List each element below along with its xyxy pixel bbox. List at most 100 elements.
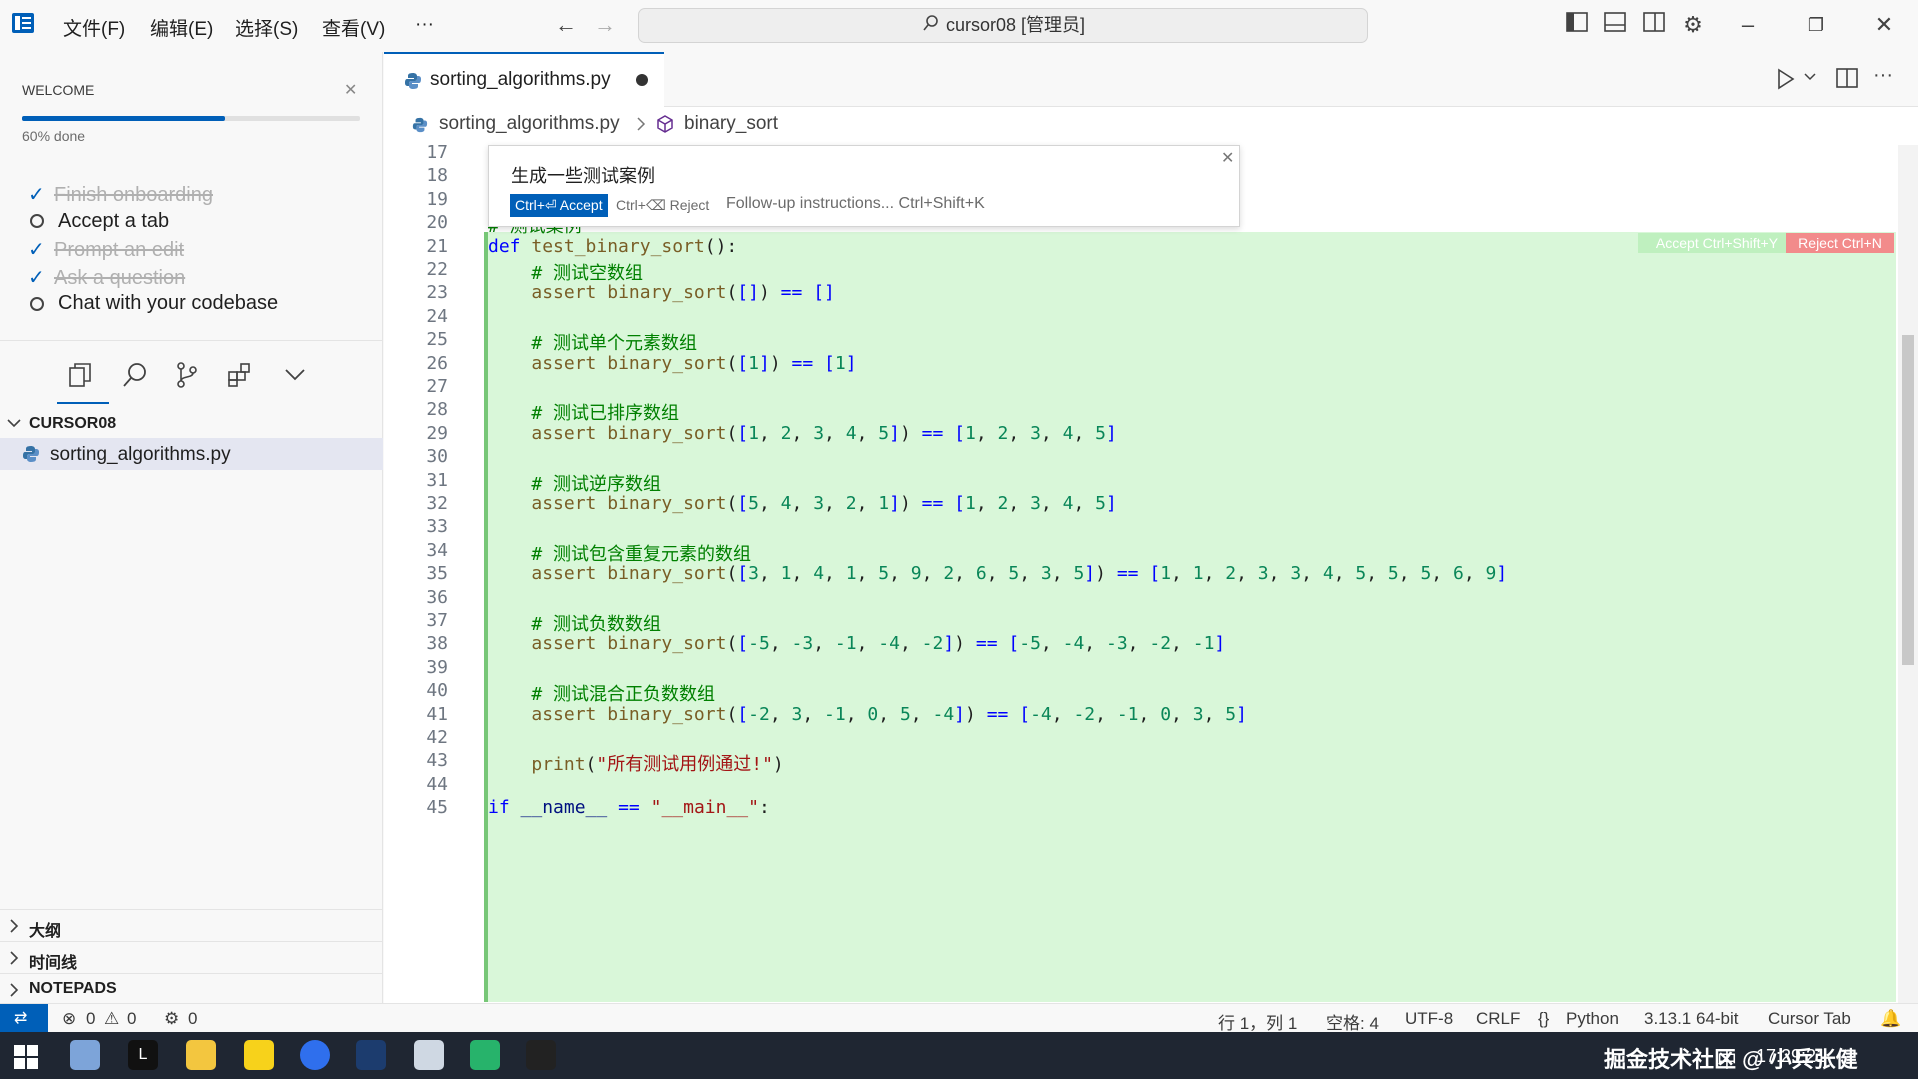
line-number: 39	[426, 656, 448, 678]
warning-count[interactable]: 0	[127, 1009, 136, 1029]
menu-file[interactable]: 文件(F)	[63, 14, 125, 41]
circle-icon	[30, 214, 44, 229]
code-line[interactable]: def test_binary_sort():	[488, 236, 737, 257]
app-icon[interactable]	[356, 1040, 386, 1070]
ports-count[interactable]: 0	[188, 1009, 197, 1029]
warning-icon[interactable]: ⚠	[104, 1009, 119, 1029]
forward-arrow-icon[interactable]: →	[592, 12, 618, 38]
toggle-secondary-sidebar-icon[interactable]	[1641, 12, 1667, 38]
cursor-app-icon[interactable]	[526, 1040, 556, 1070]
onboarding-item[interactable]: ✓ Prompt an edit	[28, 237, 184, 262]
code-line[interactable]: assert binary_sort([1]) == [1]	[488, 353, 856, 374]
menu-selection[interactable]: 选择(S)	[235, 14, 298, 41]
interpreter[interactable]: 3.13.1 64-bit	[1644, 1009, 1739, 1029]
error-icon[interactable]: ⊗	[62, 1009, 76, 1029]
indentation[interactable]: 空格: 4	[1326, 1009, 1379, 1034]
onboarding-item[interactable]: ✓ Ask a question	[28, 265, 185, 290]
code-line[interactable]: assert binary_sort([]) == []	[488, 282, 835, 303]
onboarding-item[interactable]: ✓ Finish onboarding	[28, 182, 213, 207]
menu-edit[interactable]: 编辑(E)	[150, 14, 213, 41]
code-line[interactable]: if __name__ == "__main__":	[488, 797, 770, 818]
error-count[interactable]: 0	[86, 1009, 95, 1029]
windows-start-icon[interactable]	[14, 1045, 38, 1074]
code-line[interactable]: # 测试单个元素数组	[488, 329, 697, 355]
explorer-file-item[interactable]: sorting_algorithms.py	[0, 438, 383, 470]
code-line[interactable]: assert binary_sort([3, 1, 4, 1, 5, 9, 2,…	[488, 563, 1507, 584]
code-line[interactable]: # 测试空数组	[488, 259, 643, 285]
unsaved-dot-icon[interactable]	[636, 74, 648, 86]
app-icon[interactable]	[414, 1040, 444, 1070]
close-icon[interactable]: ✕	[344, 80, 357, 100]
back-arrow-icon[interactable]: ←	[553, 12, 579, 38]
restore-icon[interactable]: ❐	[1803, 12, 1829, 38]
tab-sorting-algorithms[interactable]: sorting_algorithms.py	[384, 52, 664, 108]
accept-button[interactable]: Ctrl+⏎ Accept	[510, 194, 608, 217]
close-icon[interactable]: ✕	[1221, 148, 1234, 168]
ports-icon[interactable]: ⚙	[164, 1009, 179, 1029]
prompt-text[interactable]: 生成一些测试案例	[511, 162, 655, 188]
code-line[interactable]: # 测试逆序数组	[488, 470, 661, 496]
toggle-panel-icon[interactable]	[1602, 12, 1628, 38]
toggle-primary-sidebar-icon[interactable]	[1564, 12, 1590, 38]
onboarding-item[interactable]: Chat with your codebase	[28, 292, 278, 315]
search-icon	[921, 9, 941, 42]
more-actions-icon[interactable]: ···	[1873, 64, 1893, 87]
section-outline[interactable]: 大纲	[0, 910, 383, 942]
code-line[interactable]: # 测试已排序数组	[488, 399, 679, 425]
minimize-icon[interactable]: –	[1735, 12, 1761, 38]
ime-indicator[interactable]: 中	[1717, 1044, 1737, 1073]
section-notepads[interactable]: NOTEPADS	[0, 974, 383, 1004]
editor-app-icon[interactable]	[470, 1040, 500, 1070]
onboarding-item[interactable]: Accept a tab	[28, 210, 169, 233]
terminal-app-icon[interactable]: L	[128, 1040, 158, 1070]
code-line[interactable]: assert binary_sort([-5, -3, -1, -4, -2])…	[488, 633, 1225, 654]
section-timeline[interactable]: 时间线	[0, 942, 383, 974]
code-line[interactable]: assert binary_sort([5, 4, 3, 2, 1]) == […	[488, 493, 1116, 514]
explorer-folder-header[interactable]: CURSOR08	[0, 410, 383, 438]
extensions-icon[interactable]	[227, 362, 253, 393]
encoding[interactable]: UTF-8	[1405, 1009, 1453, 1029]
media-app-icon[interactable]	[244, 1040, 274, 1070]
cursor-tab[interactable]: Cursor Tab	[1768, 1009, 1851, 1029]
breadcrumb-file[interactable]: sorting_algorithms.py	[439, 113, 620, 135]
cursor-position[interactable]: 行 1，列 1	[1218, 1009, 1297, 1034]
accept-changes-button[interactable]: Accept Ctrl+Shift+Y	[1638, 233, 1796, 253]
code-line[interactable]: # 测试混合正负数数组	[488, 680, 715, 706]
followup-hint[interactable]: Follow-up instructions... Ctrl+Shift+K	[726, 195, 985, 213]
line-endings[interactable]: CRLF	[1476, 1009, 1520, 1029]
remote-indicator[interactable]: ⇄	[0, 1004, 48, 1033]
explorer-icon[interactable]	[68, 362, 92, 393]
todo-app-icon[interactable]	[300, 1040, 330, 1070]
reject-button[interactable]: Ctrl+⌫ Reject	[616, 197, 709, 214]
reject-changes-button[interactable]: Reject Ctrl+N	[1786, 233, 1894, 253]
clock[interactable]: 17:29:21	[1756, 1046, 1826, 1067]
close-window-icon[interactable]: ✕	[1871, 12, 1897, 38]
line-number: 38	[426, 633, 448, 655]
split-editor-icon[interactable]	[1836, 68, 1858, 93]
chevron-down-icon[interactable]	[283, 364, 307, 390]
scrollbar-thumb[interactable]	[1902, 335, 1914, 665]
command-center[interactable]: cursor08 [管理员]	[638, 8, 1368, 43]
language-mode[interactable]: Python	[1566, 1009, 1619, 1029]
chevron-down-icon[interactable]	[1803, 70, 1817, 89]
gear-icon[interactable]: ⚙	[1680, 12, 1706, 38]
code-line[interactable]: # 测试包含重复元素的数组	[488, 540, 751, 566]
line-number: 25	[426, 329, 448, 351]
code-line[interactable]: assert binary_sort([1, 2, 3, 4, 5]) == […	[488, 423, 1116, 444]
code-line[interactable]: assert binary_sort([-2, 3, -1, 0, 5, -4]…	[488, 704, 1247, 725]
breadcrumb-symbol[interactable]: binary_sort	[684, 113, 778, 135]
bell-icon[interactable]: 🔔	[1880, 1009, 1901, 1029]
code-editor[interactable]: 117181920# 测试案例21def test_binary_sort():…	[384, 145, 1918, 1003]
file-explorer-icon[interactable]	[186, 1040, 216, 1070]
code-line[interactable]: print("所有测试用例通过!")	[488, 750, 783, 776]
scrollbar-track[interactable]	[1898, 145, 1918, 1003]
menu-view[interactable]: 查看(V)	[322, 14, 385, 41]
app-avatar-icon[interactable]	[70, 1040, 100, 1070]
run-icon[interactable]	[1776, 68, 1796, 95]
code-line[interactable]: # 测试负数数组	[488, 610, 661, 636]
search-icon[interactable]	[122, 362, 148, 393]
source-control-icon[interactable]	[175, 362, 199, 393]
menu-more[interactable]: ···	[415, 14, 434, 36]
active-indicator	[57, 402, 109, 404]
onboarding-item-label: Accept a tab	[58, 209, 170, 232]
